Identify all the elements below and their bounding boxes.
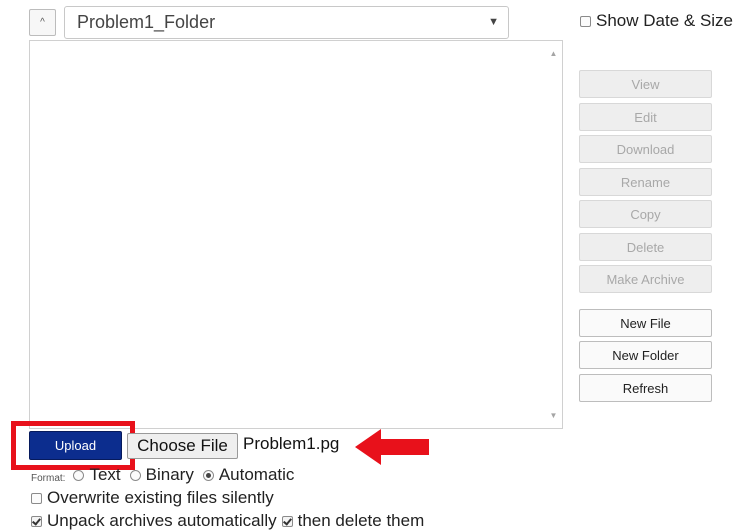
show-date-size-checkbox[interactable] [580, 15, 591, 27]
parent-folder-button[interactable]: ^ [29, 9, 56, 36]
delete-after-checkbox[interactable] [281, 515, 293, 527]
unpack-option: Unpack archives automatically then delet… [31, 511, 424, 531]
arrow-shape [355, 429, 429, 465]
chevron-up-icon: ^ [40, 17, 45, 28]
choose-file-button[interactable]: Choose File [127, 433, 238, 459]
format-option-automatic[interactable]: Automatic [202, 465, 295, 485]
rename-button[interactable]: Rename [579, 168, 712, 196]
show-date-size-label: Show Date & Size [596, 11, 734, 30]
radio-text[interactable] [73, 469, 85, 481]
radio-binary[interactable] [129, 469, 141, 481]
overwrite-option[interactable]: Overwrite existing files silently [31, 488, 274, 508]
download-button[interactable]: Download [579, 135, 712, 163]
format-option-label: Text [89, 465, 121, 484]
overwrite-checkbox[interactable] [31, 492, 42, 504]
red-arrow-icon [355, 429, 429, 465]
delete-button[interactable]: Delete [579, 233, 712, 261]
format-option-label: Automatic [218, 465, 295, 484]
format-option-binary[interactable]: Binary [129, 465, 194, 485]
unpack-checkbox[interactable] [31, 515, 42, 527]
format-row: Format: Text Binary Automatic [31, 465, 303, 485]
unpack-label: Unpack archives automatically [47, 511, 277, 530]
refresh-button[interactable]: Refresh [579, 374, 712, 402]
scroll-up-icon[interactable]: ▲ [545, 45, 562, 62]
dropdown-arrow-icon: ▼ [488, 16, 499, 28]
upload-highlight-box [11, 421, 135, 470]
show-date-size-option[interactable]: Show Date & Size [580, 11, 733, 31]
view-button[interactable]: View [579, 70, 712, 98]
new-file-button[interactable]: New File [579, 309, 712, 337]
folder-select-value: Problem1_Folder [77, 12, 216, 32]
delete-after-label: then delete them [297, 511, 425, 530]
file-list[interactable]: ▲ ▼ [29, 40, 563, 429]
folder-select[interactable]: Problem1_Folder ▼ [64, 6, 509, 39]
format-option-label: Binary [145, 465, 194, 484]
edit-button[interactable]: Edit [579, 103, 712, 131]
copy-button[interactable]: Copy [579, 200, 712, 228]
format-option-text[interactable]: Text [73, 465, 121, 485]
overwrite-label: Overwrite existing files silently [47, 488, 274, 507]
file-list-scrollbar[interactable]: ▲ ▼ [545, 41, 562, 428]
format-label: Format: [31, 472, 66, 484]
make-archive-button[interactable]: Make Archive [579, 265, 712, 293]
scroll-down-icon[interactable]: ▼ [545, 407, 562, 424]
selected-file-name: Problem1.pg [243, 434, 340, 453]
radio-automatic[interactable] [202, 469, 214, 481]
new-folder-button[interactable]: New Folder [579, 341, 712, 369]
